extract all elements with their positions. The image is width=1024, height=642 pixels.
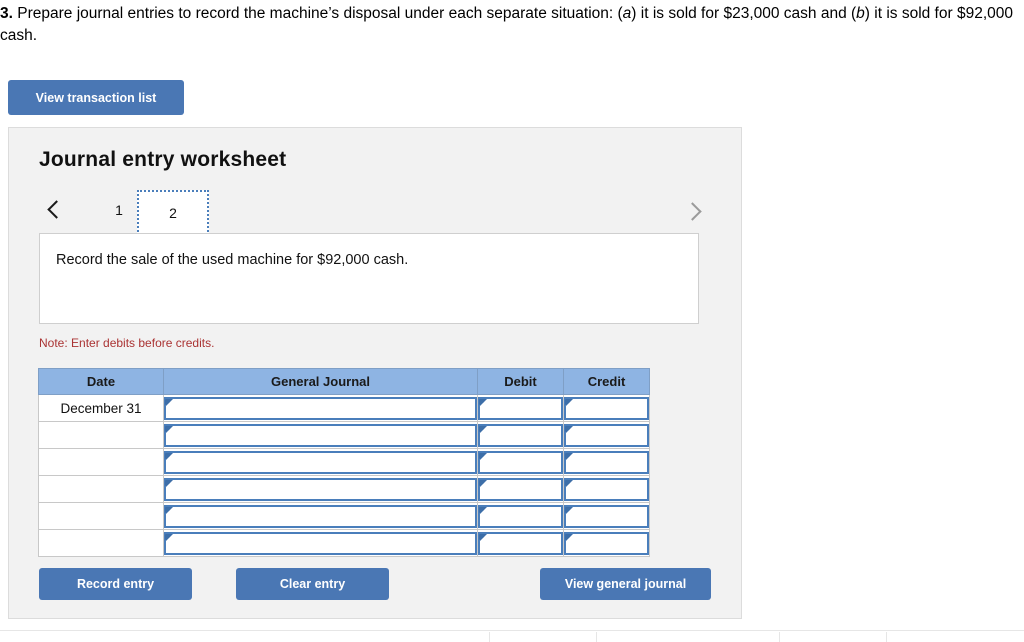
general-journal-input[interactable] bbox=[164, 531, 477, 555]
cell-credit[interactable] bbox=[563, 529, 650, 557]
column-header-date: Date bbox=[38, 368, 164, 395]
cell-marker-icon bbox=[479, 533, 487, 541]
cell-general-journal[interactable] bbox=[163, 421, 478, 449]
table-row bbox=[38, 448, 650, 476]
cell-debit[interactable] bbox=[477, 421, 564, 449]
table-header-row: Date General Journal Debit Credit bbox=[38, 368, 650, 395]
table-row bbox=[38, 502, 650, 530]
cell-marker-icon bbox=[165, 506, 173, 514]
question-text-part-2: ) it is sold for $23,000 cash and ( bbox=[631, 5, 857, 22]
table-row bbox=[38, 421, 650, 449]
debit-input[interactable] bbox=[478, 396, 563, 420]
chevron-right-icon[interactable] bbox=[681, 196, 707, 226]
general-journal-input[interactable] bbox=[164, 477, 477, 501]
worksheet-tab-1[interactable]: 1 bbox=[101, 190, 137, 230]
table-row bbox=[38, 529, 650, 557]
chevron-left-glyph bbox=[46, 199, 66, 219]
cell-credit[interactable] bbox=[563, 394, 650, 422]
chevron-right-glyph bbox=[682, 201, 702, 221]
credit-input[interactable] bbox=[564, 450, 649, 474]
cell-marker-icon bbox=[565, 506, 573, 514]
cell-general-journal[interactable] bbox=[163, 475, 478, 503]
debit-input[interactable] bbox=[478, 531, 563, 555]
cell-general-journal[interactable] bbox=[163, 394, 478, 422]
worksheet-pager: 1 2 bbox=[37, 188, 707, 238]
cell-marker-icon bbox=[565, 479, 573, 487]
cell-credit[interactable] bbox=[563, 448, 650, 476]
cell-date[interactable] bbox=[38, 475, 164, 503]
cell-date[interactable] bbox=[38, 421, 164, 449]
credit-input[interactable] bbox=[564, 504, 649, 528]
debit-input[interactable] bbox=[478, 450, 563, 474]
cell-debit[interactable] bbox=[477, 448, 564, 476]
cell-debit[interactable] bbox=[477, 475, 564, 503]
cell-marker-icon bbox=[165, 452, 173, 460]
clear-entry-button[interactable]: Clear entry bbox=[236, 568, 389, 600]
cell-debit[interactable] bbox=[477, 502, 564, 530]
credit-input[interactable] bbox=[564, 477, 649, 501]
cell-general-journal[interactable] bbox=[163, 448, 478, 476]
cell-marker-icon bbox=[479, 398, 487, 406]
cell-marker-icon bbox=[165, 398, 173, 406]
cell-general-journal[interactable] bbox=[163, 502, 478, 530]
cell-date[interactable] bbox=[38, 502, 164, 530]
cell-marker-icon bbox=[165, 533, 173, 541]
credit-input[interactable] bbox=[564, 531, 649, 555]
cell-credit[interactable] bbox=[563, 502, 650, 530]
credit-input[interactable] bbox=[564, 396, 649, 420]
column-header-debit: Debit bbox=[477, 368, 564, 395]
question-number: 3. bbox=[0, 5, 13, 22]
cell-marker-icon bbox=[565, 425, 573, 433]
question-text-part-1: Prepare journal entries to record the ma… bbox=[12, 5, 623, 22]
cell-date: December 31 bbox=[38, 394, 164, 422]
cell-marker-icon bbox=[479, 425, 487, 433]
cell-marker-icon bbox=[479, 506, 487, 514]
cell-marker-icon bbox=[479, 452, 487, 460]
cell-marker-icon bbox=[165, 425, 173, 433]
worksheet-title: Journal entry worksheet bbox=[39, 148, 287, 171]
debit-input[interactable] bbox=[478, 477, 563, 501]
journal-entry-table: Date General Journal Debit Credit Decemb… bbox=[38, 368, 650, 557]
view-general-journal-button[interactable]: View general journal bbox=[540, 568, 711, 600]
table-row: December 31 bbox=[38, 394, 650, 422]
credit-input[interactable] bbox=[564, 423, 649, 447]
cell-date[interactable] bbox=[38, 529, 164, 557]
instruction-box: Record the sale of the used machine for … bbox=[39, 233, 699, 324]
general-journal-input[interactable] bbox=[164, 450, 477, 474]
cell-general-journal[interactable] bbox=[163, 529, 478, 557]
cell-debit[interactable] bbox=[477, 529, 564, 557]
debit-input[interactable] bbox=[478, 504, 563, 528]
question-prompt: 3. Prepare journal entries to record the… bbox=[0, 3, 1016, 47]
cell-date[interactable] bbox=[38, 448, 164, 476]
worksheet-tab-2[interactable]: 2 bbox=[137, 190, 209, 236]
general-journal-input[interactable] bbox=[164, 396, 477, 420]
cell-credit[interactable] bbox=[563, 421, 650, 449]
cell-debit[interactable] bbox=[477, 394, 564, 422]
cell-marker-icon bbox=[565, 398, 573, 406]
question-label-a: a bbox=[622, 5, 632, 22]
general-journal-input[interactable] bbox=[164, 423, 477, 447]
cell-marker-icon bbox=[165, 479, 173, 487]
question-label-b: b bbox=[856, 5, 865, 22]
debit-input[interactable] bbox=[478, 423, 563, 447]
column-header-general-journal: General Journal bbox=[163, 368, 478, 395]
debits-before-credits-note: Note: Enter debits before credits. bbox=[39, 336, 215, 350]
column-header-credit: Credit bbox=[563, 368, 650, 395]
instruction-text: Record the sale of the used machine for … bbox=[56, 252, 409, 268]
chevron-left-icon[interactable] bbox=[41, 194, 67, 224]
cell-marker-icon bbox=[479, 479, 487, 487]
table-row bbox=[38, 475, 650, 503]
cell-credit[interactable] bbox=[563, 475, 650, 503]
cell-marker-icon bbox=[565, 452, 573, 460]
view-transaction-list-button[interactable]: View transaction list bbox=[8, 80, 184, 115]
partial-table-below bbox=[0, 630, 1024, 642]
journal-entry-worksheet-panel: Journal entry worksheet 1 2 Record the s… bbox=[8, 127, 742, 619]
cell-marker-icon bbox=[565, 533, 573, 541]
general-journal-input[interactable] bbox=[164, 504, 477, 528]
record-entry-button[interactable]: Record entry bbox=[39, 568, 192, 600]
